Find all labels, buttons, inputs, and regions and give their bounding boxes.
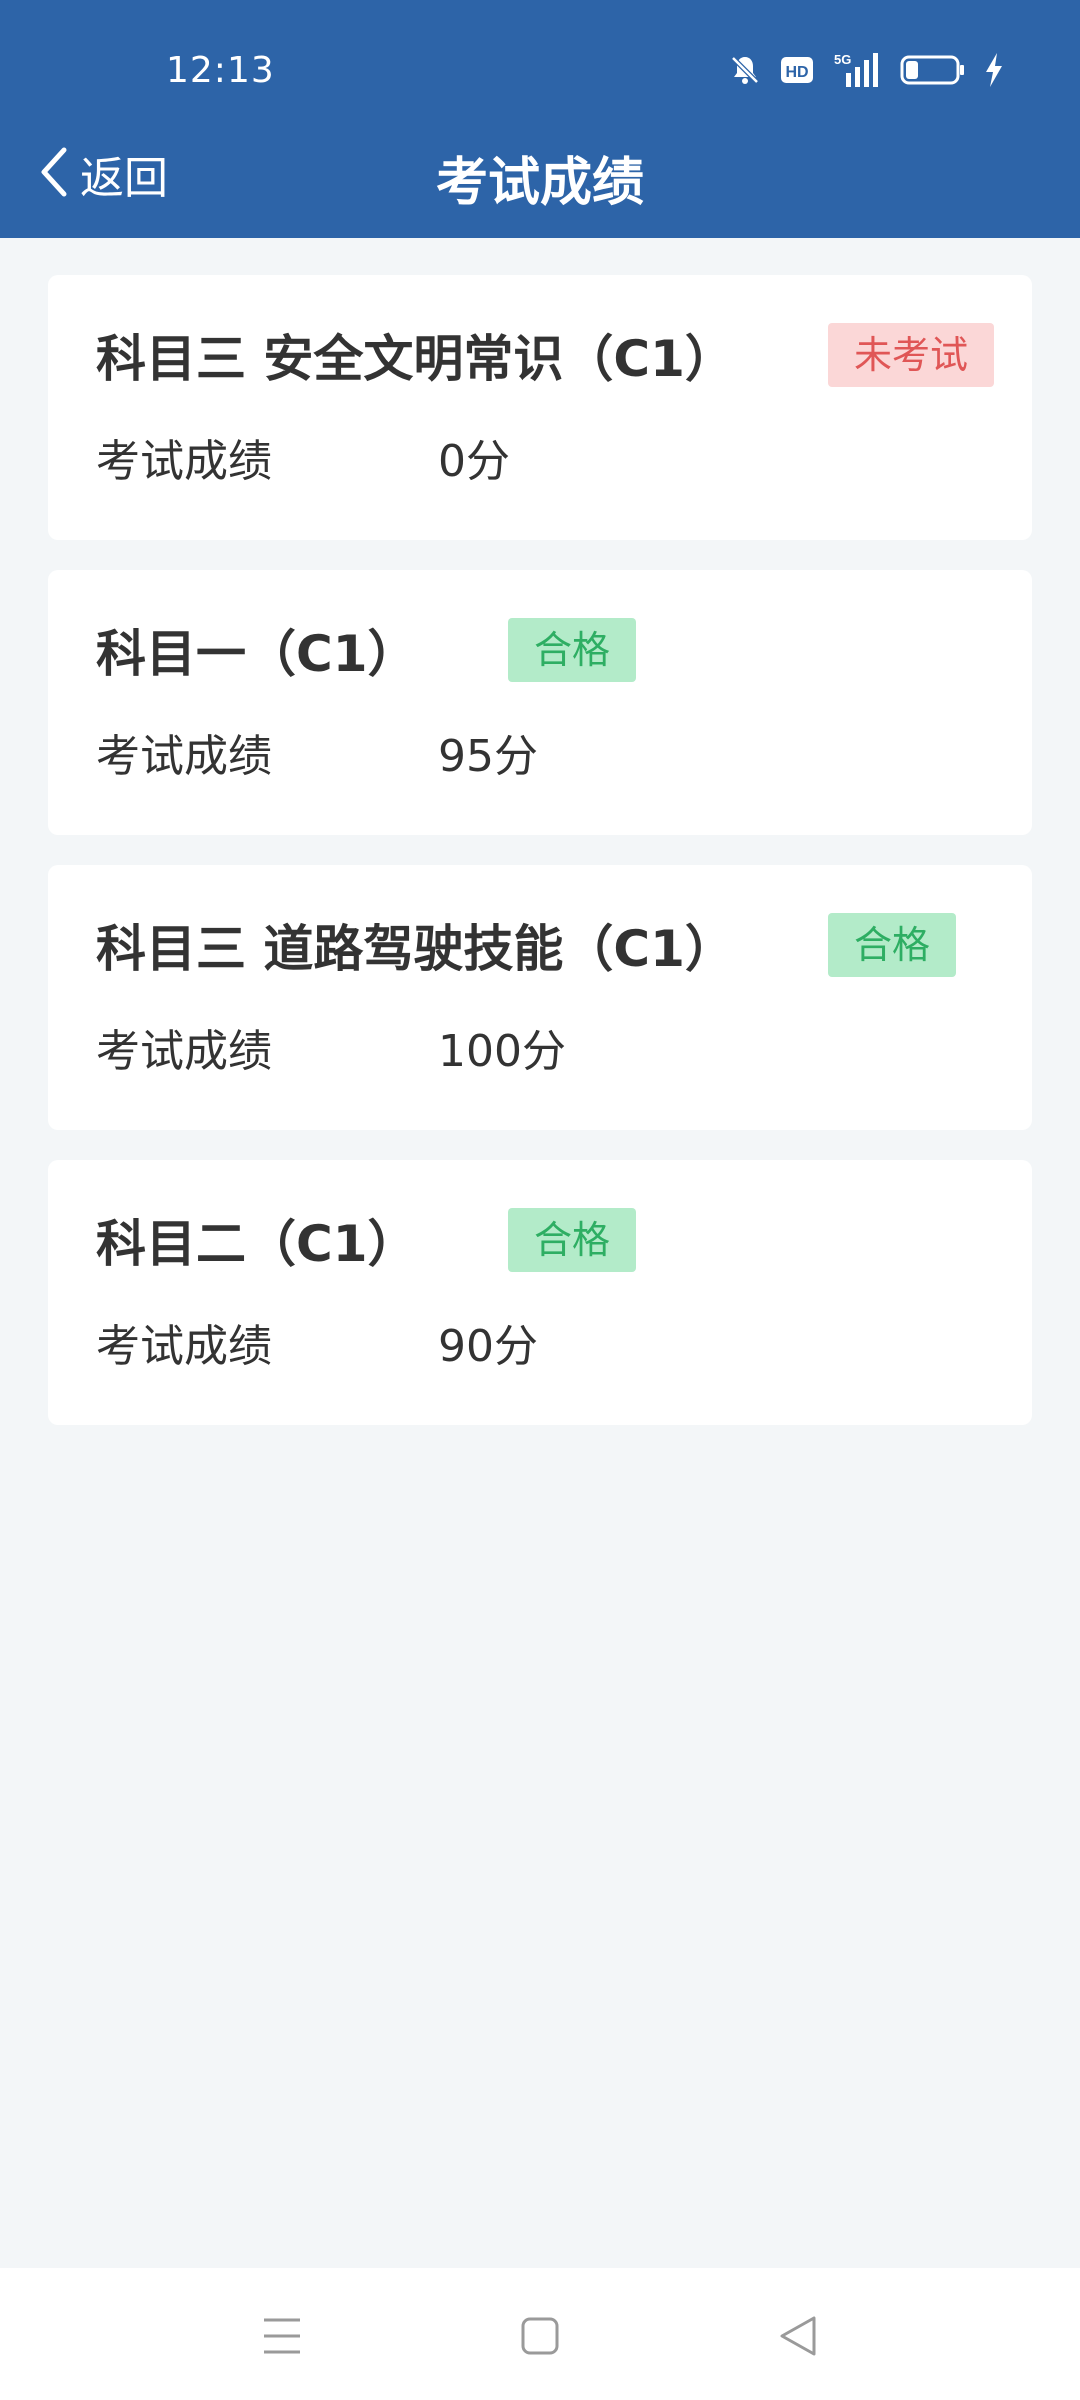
exam-card-subject3-safety[interactable]: 科目三 安全文明常识（C1） 未考试 考试成绩 0分	[48, 275, 1032, 540]
score-row: 考试成绩 100分	[96, 1017, 566, 1077]
card-header: 科目一（C1） 合格	[96, 618, 637, 683]
app-header: 12:13 HD 5G 返回 考试成绩	[0, 0, 1080, 238]
card-header: 科目三 道路驾驶技能（C1） 合格	[96, 913, 957, 978]
exam-list: 科目三 安全文明常识（C1） 未考试 考试成绩 0分 科目一（C1） 合格 考试…	[48, 275, 1032, 1455]
svg-text:HD: HD	[785, 64, 808, 81]
home-icon[interactable]	[512, 2308, 568, 2364]
score-label: 考试成绩	[96, 731, 272, 782]
card-header: 科目三 安全文明常识（C1） 未考试	[96, 323, 995, 388]
exam-card-subject2[interactable]: 科目二（C1） 合格 考试成绩 90分	[48, 1160, 1032, 1425]
status-badge: 未考试	[828, 323, 995, 387]
system-navigation-bar	[0, 2268, 1080, 2400]
score-value: 95分	[438, 731, 538, 782]
charging-icon	[984, 52, 1004, 92]
score-label: 考试成绩	[96, 436, 272, 487]
status-badge: 合格	[508, 1208, 637, 1272]
exam-title: 科目三 道路驾驶技能（C1）	[96, 920, 735, 978]
score-value: 0分	[438, 436, 510, 487]
score-label: 考试成绩	[96, 1026, 272, 1077]
hd-icon: HD	[780, 55, 814, 89]
status-badge: 合格	[508, 618, 637, 682]
exam-card-subject3-road[interactable]: 科目三 道路驾驶技能（C1） 合格 考试成绩 100分	[48, 865, 1032, 1130]
status-badge: 合格	[828, 913, 957, 977]
page-title: 考试成绩	[435, 153, 644, 213]
card-header: 科目二（C1） 合格	[96, 1208, 637, 1273]
svg-text:5G: 5G	[834, 52, 851, 67]
exam-card-subject1[interactable]: 科目一（C1） 合格 考试成绩 95分	[48, 570, 1032, 835]
bell-muted-icon	[728, 53, 762, 91]
status-icons: HD 5G	[728, 52, 1004, 92]
score-value: 100分	[438, 1026, 566, 1077]
status-time: 12:13	[166, 50, 275, 91]
score-row: 考试成绩 0分	[96, 427, 510, 487]
signal-5g-icon: 5G	[832, 51, 882, 93]
menu-icon[interactable]	[254, 2308, 310, 2364]
exam-title: 科目一（C1）	[96, 625, 418, 683]
exam-title: 科目二（C1）	[96, 1215, 418, 1273]
back-triangle-icon[interactable]	[770, 2308, 826, 2364]
score-label: 考试成绩	[96, 1321, 272, 1372]
exam-title: 科目三 安全文明常识（C1）	[96, 330, 735, 388]
battery-icon	[900, 53, 966, 91]
score-row: 考试成绩 95分	[96, 722, 538, 782]
score-row: 考试成绩 90分	[96, 1312, 538, 1372]
score-value: 90分	[438, 1321, 538, 1372]
